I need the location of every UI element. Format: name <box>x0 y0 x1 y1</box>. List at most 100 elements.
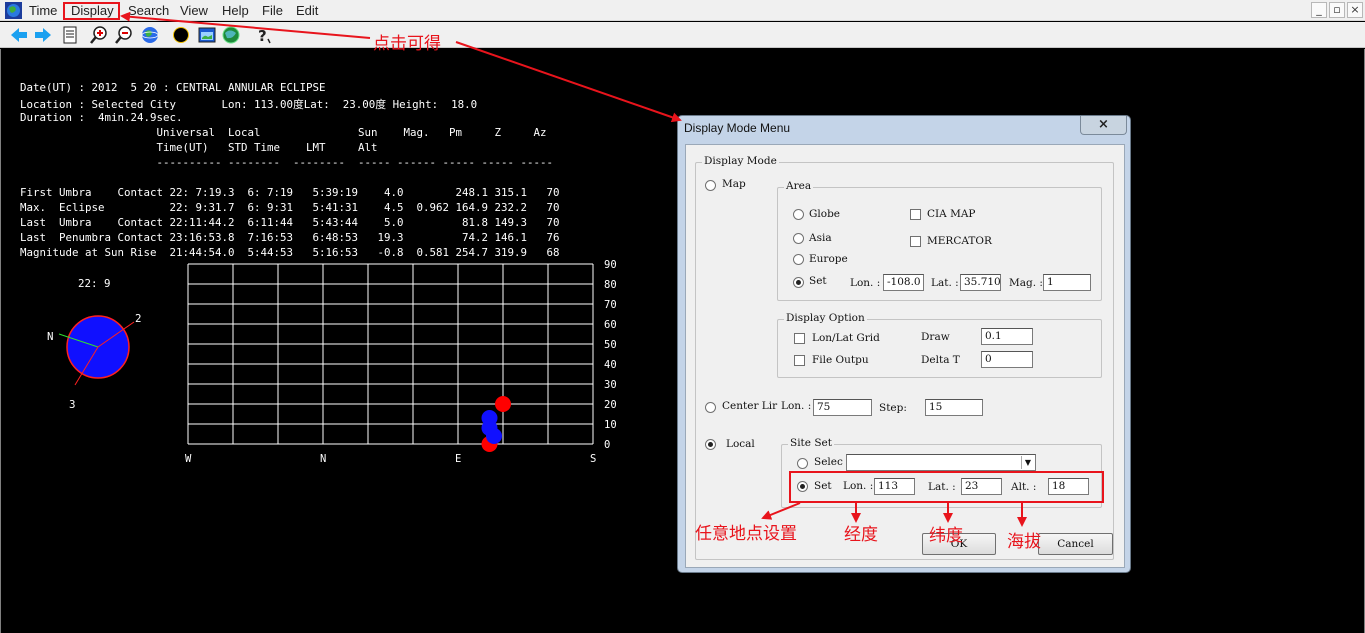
select-city-radio[interactable] <box>797 458 808 469</box>
dialog-title: Display Mode Menu <box>684 121 791 135</box>
local-label: Local <box>726 438 755 450</box>
y-tick-label: 60 <box>604 319 617 331</box>
menu-view[interactable]: View <box>180 2 208 19</box>
restore-button[interactable]: ▫ <box>1329 2 1345 18</box>
chevron-down-icon[interactable]: ▼ <box>1021 456 1034 469</box>
europe-label: Europe <box>809 253 848 265</box>
center-line-label: Center Lir <box>722 400 778 412</box>
toolbar: ? <box>0 22 1365 48</box>
display-menu-highlight <box>63 2 120 20</box>
forward-arrow-icon[interactable] <box>33 25 53 45</box>
menu-file[interactable]: File <box>262 2 283 19</box>
report-line: Last Umbra Contact 22:11:44.2 6:11:44 5:… <box>20 216 560 229</box>
y-tick-label: 80 <box>604 279 617 291</box>
area-set-radio[interactable] <box>793 277 804 288</box>
lonlat-grid-label: Lon/Lat Grid <box>812 332 880 344</box>
step-field[interactable]: 15 <box>925 399 983 416</box>
step-label: Step: <box>879 402 907 414</box>
cia-map-label: CIA MAP <box>927 208 976 220</box>
help-icon[interactable]: ? <box>253 25 273 45</box>
area-mag-field[interactable]: 1 <box>1043 274 1091 291</box>
altitude-annotation: 海拔 <box>1007 532 1041 552</box>
document-icon[interactable] <box>60 25 80 45</box>
globe-label: Globe <box>809 208 841 220</box>
dialog-close-button[interactable]: × <box>1080 116 1127 135</box>
dialog-body: Display Mode Map Area Globe Asia Europe … <box>685 144 1125 568</box>
area-set-label: Set <box>809 275 827 287</box>
display-mode-dialog: Display Mode Menu × Display Mode Map Are… <box>677 115 1131 573</box>
sun-altitude-chart: 0 10 20 30 40 50 60 70 80 90 W N E S <box>185 259 617 465</box>
area-lat-label: Lat. : <box>931 277 959 289</box>
longitude-annotation: 经度 <box>844 525 878 545</box>
area-mag-label: Mag. : <box>1009 277 1043 289</box>
draw-field[interactable]: 0.1 <box>981 328 1033 345</box>
report-line: ---------- -------- -------- ----- -----… <box>20 156 554 169</box>
city-dropdown[interactable]: ▼ <box>846 454 1036 471</box>
y-tick-label: 40 <box>604 359 617 371</box>
x-tick-label: W <box>185 453 192 465</box>
click-hint-annotation: 点击可得 <box>373 34 441 54</box>
map-window-icon[interactable] <box>197 25 217 45</box>
y-tick-label: 20 <box>604 399 617 411</box>
y-tick-label: 0 <box>604 439 610 451</box>
globe-icon[interactable] <box>140 25 160 45</box>
center-lon-field[interactable]: 75 <box>813 399 872 416</box>
y-tick-label: 30 <box>604 379 617 391</box>
disk-label-3: 3 <box>69 398 76 411</box>
disk-label-n: N <box>47 330 54 343</box>
sun-disk-diagram <box>58 315 135 386</box>
cia-map-checkbox[interactable] <box>910 209 921 220</box>
eclipse-icon[interactable] <box>171 25 191 45</box>
any-location-annotation: 任意地点设置 <box>695 524 797 544</box>
cancel-button[interactable]: Cancel <box>1038 533 1113 555</box>
y-tick-label: 70 <box>604 299 617 311</box>
y-tick-label: 10 <box>604 419 617 431</box>
x-tick-label: E <box>455 453 461 465</box>
display-option-group: Display Option <box>777 312 1102 378</box>
menu-time[interactable]: Time <box>29 2 57 19</box>
file-output-checkbox[interactable] <box>794 355 805 366</box>
menu-edit[interactable]: Edit <box>296 2 318 19</box>
globe-radio[interactable] <box>793 209 804 220</box>
x-tick-label: N <box>320 453 326 465</box>
y-tick-label: 90 <box>604 259 617 271</box>
file-output-label: File Outpu <box>812 354 869 366</box>
disk-time-label: 22: 9 <box>78 277 111 290</box>
lonlat-grid-checkbox[interactable] <box>794 333 805 344</box>
back-arrow-icon[interactable] <box>9 25 29 45</box>
mercator-label: MERCATOR <box>927 235 992 247</box>
site-set-highlight <box>789 471 1104 503</box>
minimize-button[interactable]: _ <box>1311 2 1327 18</box>
report-line: Duration : 4min.24.9sec. <box>20 111 183 124</box>
report-line: Last Penumbra Contact 23:16:53.8 7:16:53… <box>20 231 560 244</box>
local-radio[interactable] <box>705 439 716 450</box>
y-tick-label: 50 <box>604 339 617 351</box>
app-globe-icon <box>5 2 22 19</box>
menu-search[interactable]: Search <box>128 2 169 19</box>
asia-radio[interactable] <box>793 233 804 244</box>
center-lon-label: Lon. : <box>781 400 812 412</box>
menu-help[interactable]: Help <box>222 2 249 19</box>
mercator-checkbox[interactable] <box>910 236 921 247</box>
asia-label: Asia <box>809 232 832 244</box>
map-radio-label: Map <box>722 178 746 190</box>
report-line: Time(UT) STD Time LMT Alt <box>20 141 378 154</box>
area-lon-field[interactable]: -108.0 <box>883 274 924 291</box>
zoom-out-icon[interactable] <box>114 25 134 45</box>
europe-radio[interactable] <box>793 254 804 265</box>
delta-t-field[interactable]: 0 <box>981 351 1033 368</box>
area-lat-field[interactable]: 35.710 <box>960 274 1001 291</box>
center-line-radio[interactable] <box>705 402 716 413</box>
area-lon-label: Lon. : <box>850 277 881 289</box>
menu-bar: Time Display Search View Help File Edit … <box>0 0 1365 21</box>
latitude-annotation: 纬度 <box>929 526 963 546</box>
report-line: Max. Eclipse 22: 9:31.7 6: 9:31 5:41:31 … <box>20 201 560 214</box>
close-window-button[interactable]: × <box>1347 2 1363 18</box>
disk-label-2: 2 <box>135 312 142 325</box>
report-line: Location : Selected City Lon: 113.00度Lat… <box>20 98 478 111</box>
zoom-in-icon[interactable] <box>89 25 109 45</box>
sun-position-point <box>495 396 511 412</box>
world-icon[interactable] <box>221 25 241 45</box>
map-radio[interactable] <box>705 180 716 191</box>
display-mode-group-title: Display Mode <box>702 155 779 167</box>
